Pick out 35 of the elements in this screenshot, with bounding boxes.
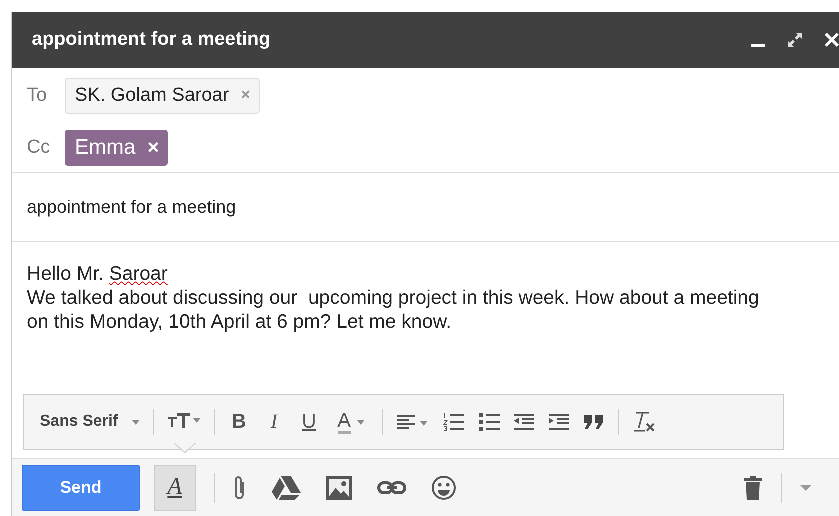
more-options-caret-icon[interactable] [800, 484, 812, 490]
recipient-chip[interactable]: SK. Golam Saroar × [65, 78, 260, 114]
bulleted-list-icon[interactable] [478, 412, 500, 432]
window-title: appointment for a meeting [32, 29, 271, 51]
close-icon[interactable] [824, 32, 839, 48]
paperclip-icon[interactable] [233, 474, 247, 500]
quote-icon[interactable] [583, 414, 606, 430]
font-dropdown[interactable]: Sans Serif [40, 413, 140, 431]
remove-recipient[interactable]: × [148, 136, 160, 160]
bold-button[interactable]: B [228, 410, 250, 434]
message-text: Hello Mr. Saroar [27, 262, 169, 286]
recipient-name: SK. Golam Saroar [75, 85, 230, 107]
recipient-label: To [27, 85, 48, 107]
text-color-button[interactable]: A [333, 410, 370, 434]
recipient-label: Cc [27, 137, 51, 159]
numbered-list-icon[interactable] [443, 412, 466, 432]
italic-button[interactable]: I [263, 410, 286, 434]
subject-field[interactable]: appointment for a meeting [12, 173, 839, 242]
recipient-chip[interactable]: Emma × [65, 130, 168, 166]
expand-icon[interactable] [786, 31, 804, 49]
remove-formatting-icon[interactable] [632, 411, 656, 433]
emoji-icon[interactable] [431, 474, 457, 500]
indent-less-icon[interactable] [513, 413, 536, 431]
formatting-options-button[interactable]: A [154, 464, 196, 510]
recipient-name: Emma [75, 136, 136, 160]
trash-icon[interactable] [743, 474, 763, 500]
message-text: We talked about discussing our upcoming project in this week. How about a meeting on this Monday, 10th April at 6 pm? Let me know. [27, 286, 760, 334]
align-icon[interactable] [396, 413, 430, 431]
indent-more-icon[interactable] [548, 413, 570, 431]
photo-icon[interactable] [325, 474, 353, 500]
caret-icon [356, 420, 365, 424]
caret-icon [132, 420, 140, 424]
drive-icon[interactable] [271, 474, 301, 500]
link-icon[interactable] [377, 480, 407, 496]
underline-button[interactable]: U [298, 410, 320, 434]
